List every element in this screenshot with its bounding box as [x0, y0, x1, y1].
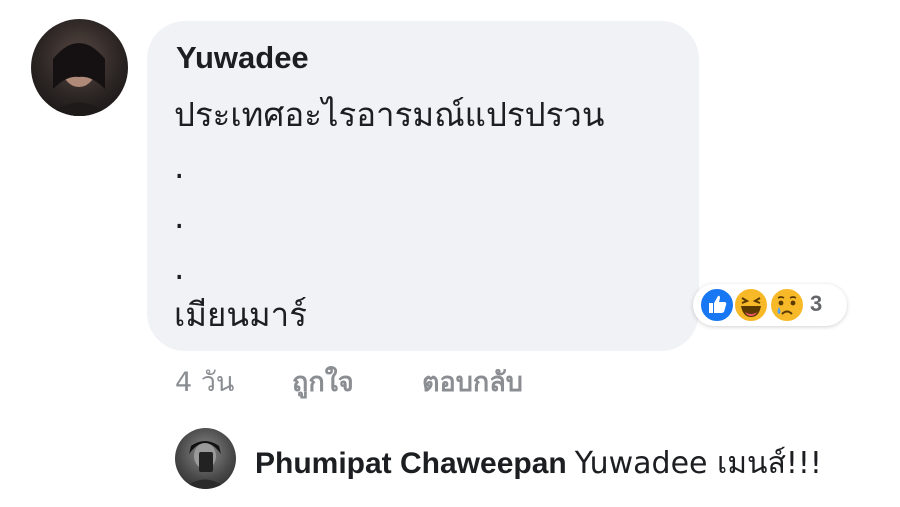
comment-text-line: .: [174, 197, 185, 236]
reply-author-name[interactable]: Phumipat Chaweepan: [255, 447, 567, 480]
reply-text: Yuwadee เมนส์!!!: [574, 446, 822, 481]
comment-text-line: เมียนมาร์: [174, 295, 307, 334]
reply-link[interactable]: ตอบกลับ: [422, 360, 523, 403]
haha-icon: [733, 287, 769, 323]
like-link[interactable]: ถูกใจ: [292, 360, 354, 403]
comment-author[interactable]: Yuwadee: [176, 40, 309, 76]
commenter-avatar[interactable]: [31, 19, 128, 116]
sad-icon: [769, 287, 805, 323]
comment-text-line: .: [174, 248, 185, 287]
comment-text-line: .: [174, 147, 185, 186]
comment-text-line: ประเทศอะไรอารมณ์แปรปรวน: [174, 95, 605, 134]
reply-author-avatar[interactable]: [175, 428, 236, 489]
reply-preview[interactable]: Phumipat Chaweepan Yuwadee เมนส์!!!: [255, 440, 822, 487]
reaction-summary[interactable]: 3: [693, 284, 847, 326]
reaction-count: 3: [810, 291, 823, 316]
comment-timestamp[interactable]: 4 วัน: [175, 360, 234, 403]
like-icon: [699, 287, 735, 323]
